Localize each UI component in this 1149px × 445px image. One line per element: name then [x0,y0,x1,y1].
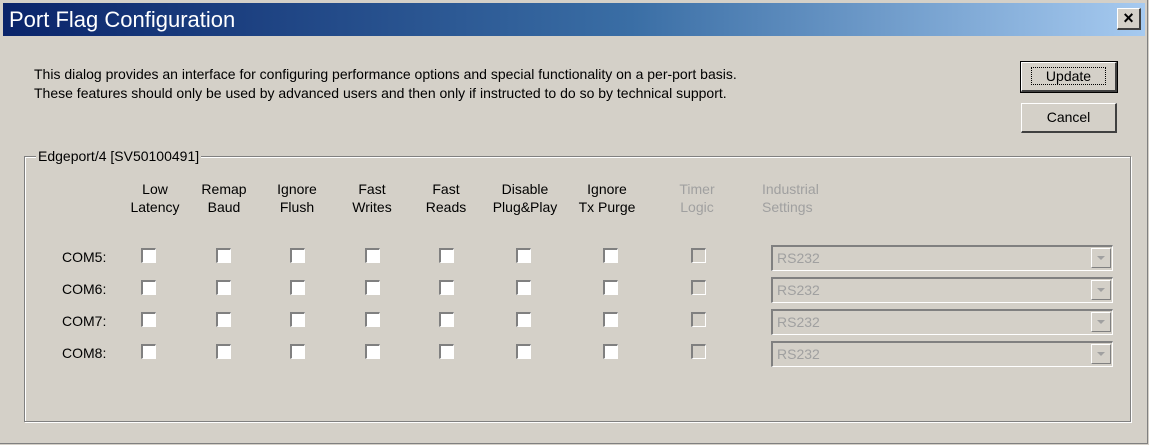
com8-remap-baud-checkbox[interactable] [216,344,231,359]
row-label-com6: COM6: [62,281,107,297]
com5-industrial-select: RS232 [771,245,1113,271]
com5-industrial-value: RS232 [777,250,820,266]
com6-disable-plugplay-checkbox[interactable] [516,280,531,295]
com8-fast-reads-checkbox[interactable] [439,344,454,359]
description-line-1: This dialog provides an interface for co… [34,66,737,82]
com6-ignore-tx-purge-checkbox[interactable] [603,280,618,295]
chevron-down-icon [1091,312,1111,332]
com7-low-latency-checkbox[interactable] [141,312,156,327]
com6-timer-logic-checkbox [691,280,706,295]
com6-ignore-flush-checkbox[interactable] [290,280,305,295]
com5-low-latency-checkbox[interactable] [141,248,156,263]
com7-industrial-value: RS232 [777,314,820,330]
com7-timer-logic-checkbox [691,312,706,327]
chevron-down-icon [1091,344,1111,364]
com7-remap-baud-checkbox[interactable] [216,312,231,327]
window-title: Port Flag Configuration [9,7,236,32]
com6-low-latency-checkbox[interactable] [141,280,156,295]
com8-low-latency-checkbox[interactable] [141,344,156,359]
com5-ignore-flush-checkbox[interactable] [290,248,305,263]
com8-ignore-flush-checkbox[interactable] [290,344,305,359]
description-line-2: These features should only be used by ad… [34,85,727,101]
com7-fast-reads-checkbox[interactable] [439,312,454,327]
cancel-button[interactable]: Cancel [1021,103,1117,133]
com5-fast-writes-checkbox[interactable] [365,248,380,263]
row-label-com5: COM5: [62,249,107,265]
com5-timer-logic-checkbox [691,248,706,263]
col-timer-logic: Timer Logic [679,181,715,215]
com5-ignore-tx-purge-checkbox[interactable] [603,248,618,263]
dialog-window: Port Flag Configuration × This dialog pr… [0,0,1148,444]
com6-industrial-select: RS232 [771,277,1113,303]
com8-timer-logic-checkbox [691,344,706,359]
close-button[interactable]: × [1117,8,1141,30]
com6-industrial-value: RS232 [777,282,820,298]
group-label: Edgeport/4 [SV50100491] [36,148,202,164]
com8-disable-plugplay-checkbox[interactable] [516,344,531,359]
chevron-down-icon [1091,248,1111,268]
com8-industrial-select: RS232 [771,341,1113,367]
com5-remap-baud-checkbox[interactable] [216,248,231,263]
com7-fast-writes-checkbox[interactable] [365,312,380,327]
row-label-com7: COM7: [62,313,107,329]
col-disable-plugplay: Disable Plug&Play [492,181,558,215]
title-bar[interactable]: Port Flag Configuration × [3,3,1145,36]
com6-fast-writes-checkbox[interactable] [365,280,380,295]
row-label-com8: COM8: [62,345,107,361]
com8-fast-writes-checkbox[interactable] [365,344,380,359]
com7-ignore-flush-checkbox[interactable] [290,312,305,327]
update-button[interactable]: Update [1020,61,1118,93]
com5-fast-reads-checkbox[interactable] [439,248,454,263]
com8-industrial-value: RS232 [777,346,820,362]
col-industrial-settings: Industrial Settings [762,181,819,215]
com7-industrial-select: RS232 [771,309,1113,335]
com5-disable-plugplay-checkbox[interactable] [516,248,531,263]
com7-ignore-tx-purge-checkbox[interactable] [603,312,618,327]
com7-disable-plugplay-checkbox[interactable] [516,312,531,327]
chevron-down-icon [1091,280,1111,300]
col-ignore-tx-purge: Ignore Tx Purge [578,181,636,215]
update-button-label: Update [1030,67,1107,85]
col-fast-reads: Fast Reads [425,181,467,215]
com8-ignore-tx-purge-checkbox[interactable] [603,344,618,359]
com6-fast-reads-checkbox[interactable] [439,280,454,295]
com6-remap-baud-checkbox[interactable] [216,280,231,295]
